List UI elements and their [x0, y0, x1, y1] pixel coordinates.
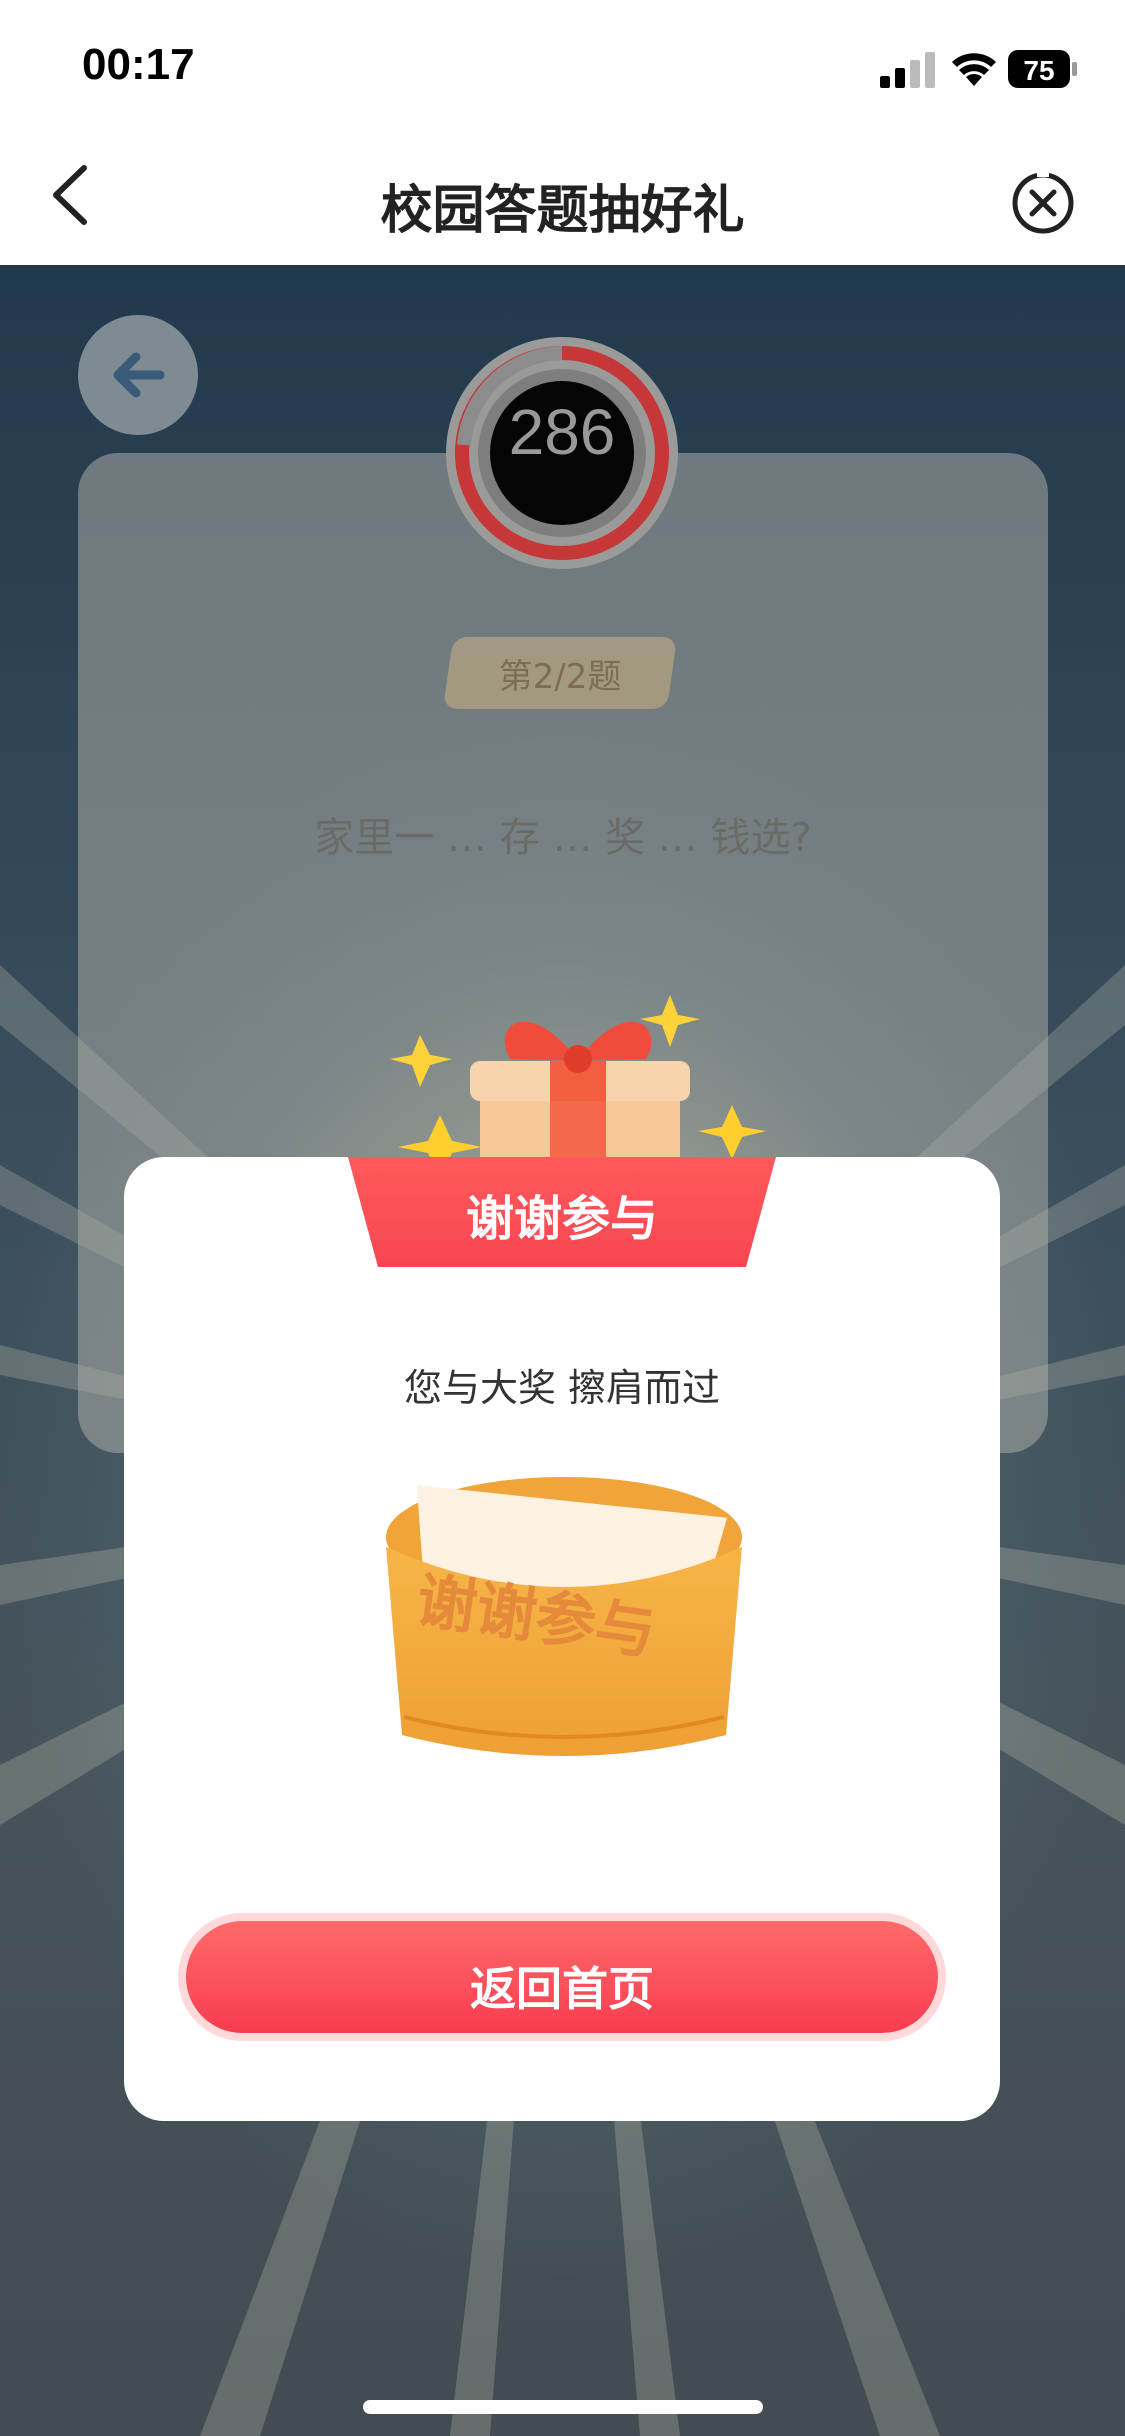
- signal-icon: [880, 52, 935, 88]
- quiz-back-button[interactable]: [78, 315, 198, 435]
- result-modal: 谢谢参与 您与大奖 擦肩而过 谢谢参与 返回首页: [124, 1157, 1000, 2121]
- nav-bar: 校园答题抽好礼: [0, 130, 1125, 265]
- sparkle-icon: [698, 1105, 766, 1159]
- home-indicator[interactable]: [363, 2400, 763, 2414]
- close-circle-icon[interactable]: [1008, 166, 1078, 236]
- question-progress-text: 第2/2题: [498, 657, 622, 697]
- countdown-timer: 286: [444, 335, 680, 571]
- battery-level: 75: [1023, 55, 1054, 86]
- battery-icon: 75: [1008, 50, 1077, 88]
- status-time: 00:17: [82, 40, 195, 89]
- modal-message: 您与大奖 擦肩而过: [403, 1366, 721, 1410]
- return-home-label: 返回首页: [470, 1962, 654, 2016]
- modal-header: 谢谢参与: [465, 1191, 658, 1247]
- wifi-icon: [952, 53, 996, 86]
- sparkle-icon: [390, 1035, 452, 1087]
- game-area: 286 第2/2题 家里一 … 存 … 奖 … 钱选? 谢谢参与 您与大奖 擦肩…: [0, 265, 1125, 2436]
- timer-value: 286: [508, 396, 616, 468]
- arrow-left-icon: [113, 352, 165, 398]
- question-text: 家里一 … 存 … 奖 … 钱选?: [314, 815, 812, 861]
- page-title: 校园答题抽好礼: [380, 181, 745, 241]
- status-bar: 00:17 75: [0, 0, 1125, 130]
- return-home-button[interactable]: 返回首页: [186, 1921, 938, 2033]
